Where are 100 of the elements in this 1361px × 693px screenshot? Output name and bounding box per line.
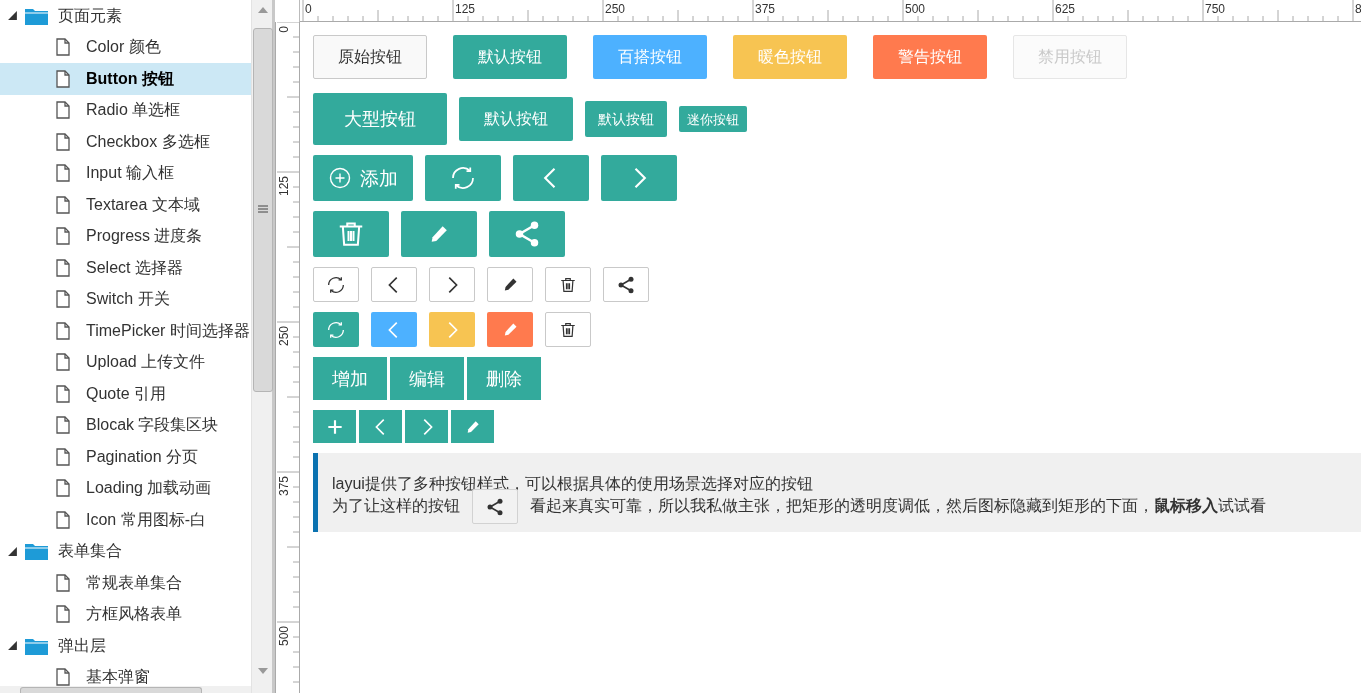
chevron-left-button[interactable] [371,312,417,347]
chevron-left-button[interactable] [371,267,417,302]
ruler-label: 375 [277,476,291,497]
ruler-label: 125 [455,2,476,16]
tree-item[interactable]: Textarea 文本域 [0,189,251,221]
tree-item[interactable]: Loading 加载动画 [0,472,251,504]
tree-item-label: Textarea 文本域 [86,194,200,215]
scroll-thumb[interactable] [20,687,202,693]
ruler-label: 375 [755,2,776,16]
file-icon [56,353,70,372]
chevron-left-button[interactable] [359,410,402,443]
button[interactable]: 原始按钮 [313,35,427,79]
ruler-label: 500 [277,626,291,647]
file-icon [56,164,70,183]
tree-toggle-icon[interactable] [7,10,18,22]
ruler-label: 250 [277,326,291,347]
file-icon [56,258,70,277]
file-icon [56,101,70,120]
tree-group-label[interactable]: 弹出层 [58,633,106,658]
tree-item[interactable]: Select 选择器 [0,252,251,284]
folder-icon [25,636,48,655]
tree-item[interactable]: Pagination 分页 [0,441,251,473]
ruler-label: 8 [1355,2,1361,16]
tree-item-label: Checkbox 多选框 [86,131,210,152]
share-button[interactable] [603,267,649,302]
file-icon [56,195,70,214]
file-icon [56,132,70,151]
tree-item-label: Upload 上传文件 [86,352,206,373]
tree-item-label: Color 颜色 [86,37,161,58]
file-icon [56,605,70,624]
ruler-label: 625 [1055,2,1076,16]
file-icon [56,510,70,529]
ruler-label: 750 [1205,2,1226,16]
tree-item[interactable]: Blocak 字段集区块 [0,409,251,441]
scroll-up-icon [258,7,268,13]
tree-item[interactable]: TimePicker 时间选择器 [0,315,251,347]
quote-text: 为了让这样的按钮 [332,496,460,516]
refresh-button[interactable] [425,155,501,201]
quote-text: 看起来真实可靠，所以我私做主张，把矩形的透明度调低，然后图标隐藏到矩形的下面，鼠标移入试试看 [530,496,1266,516]
scroll-thumb[interactable] [253,28,273,392]
tree-item-label: Pagination 分页 [86,446,199,467]
tree-item-label: Progress 进度条 [86,226,203,247]
share-icon [616,274,636,295]
tree-item[interactable]: 方框风格表单 [0,598,251,630]
tree-item-label: Select 选择器 [86,257,183,278]
tree-item[interactable]: Icon 常用图标-白 [0,504,251,536]
tree-item-label: Loading 加载动画 [86,478,212,499]
scroll-down-icon [258,668,268,674]
tree-toggle-icon[interactable] [7,545,18,557]
tree-item[interactable]: Color 颜色 [0,31,251,63]
folder-icon [25,542,48,561]
tree-group-label[interactable]: 表单集合 [58,539,122,564]
refresh-button[interactable] [313,267,359,302]
tree-item[interactable]: Checkbox 多选框 [0,126,251,158]
file-icon [56,290,70,309]
trash-icon [559,320,577,339]
plus-button[interactable] [313,410,356,443]
ruler-label: 0 [277,26,291,33]
trash-icon [559,275,577,294]
trash-button[interactable] [545,312,591,347]
file-icon [56,479,70,498]
chevron-right-button[interactable] [405,410,448,443]
tree-item[interactable]: Input 输入框 [0,157,251,189]
tree-item[interactable]: Button 按钮 [0,63,251,95]
tree-item-label: TimePicker 时间选择器 [86,320,250,341]
circle-plus-icon [328,166,352,190]
tree-toggle-icon[interactable] [7,640,18,652]
tree-item-label: Radio 单选框 [86,100,181,121]
tree-item-label: Button 按钮 [86,68,174,89]
share-button[interactable] [472,489,518,524]
file-icon [56,321,70,340]
tree-item[interactable]: Switch 开关 [0,283,251,315]
file-icon [56,227,70,246]
file-icon [56,416,70,435]
tree-item[interactable]: Radio 单选框 [0,94,251,126]
tree-item[interactable]: Upload 上传文件 [0,346,251,378]
grip-icon [258,205,268,213]
ruler-label: 250 [605,2,626,16]
trash-button[interactable] [545,267,591,302]
tree-item-label: 方框风格表单 [86,604,182,625]
chevron-right-button[interactable] [429,312,475,347]
tree-item[interactable]: 基本弹窗 [0,661,251,686]
tree-item[interactable]: 常规表单集合 [0,567,251,599]
chevron-right-button[interactable] [429,267,475,302]
tree-item-label: 基本弹窗 [86,667,150,686]
tree-item-label: Blocak 字段集区块 [86,415,219,436]
folder-icon [25,6,48,25]
horizontal-scrollbar[interactable] [0,686,251,693]
tree-item[interactable]: Quote 引用 [0,378,251,410]
pencil-button[interactable] [487,267,533,302]
tree-item-label: Switch 开关 [86,289,170,310]
file-icon [56,668,70,686]
file-icon [56,447,70,466]
tree-item-label: Quote 引用 [86,383,167,404]
tree-item[interactable]: Progress 进度条 [0,220,251,252]
file-icon [56,384,70,403]
tree-item-label: 常规表单集合 [86,572,182,593]
vertical-scrollbar[interactable] [251,0,275,693]
ruler-label: 125 [277,176,291,197]
tree-group-label[interactable]: 页面元素 [58,3,122,28]
